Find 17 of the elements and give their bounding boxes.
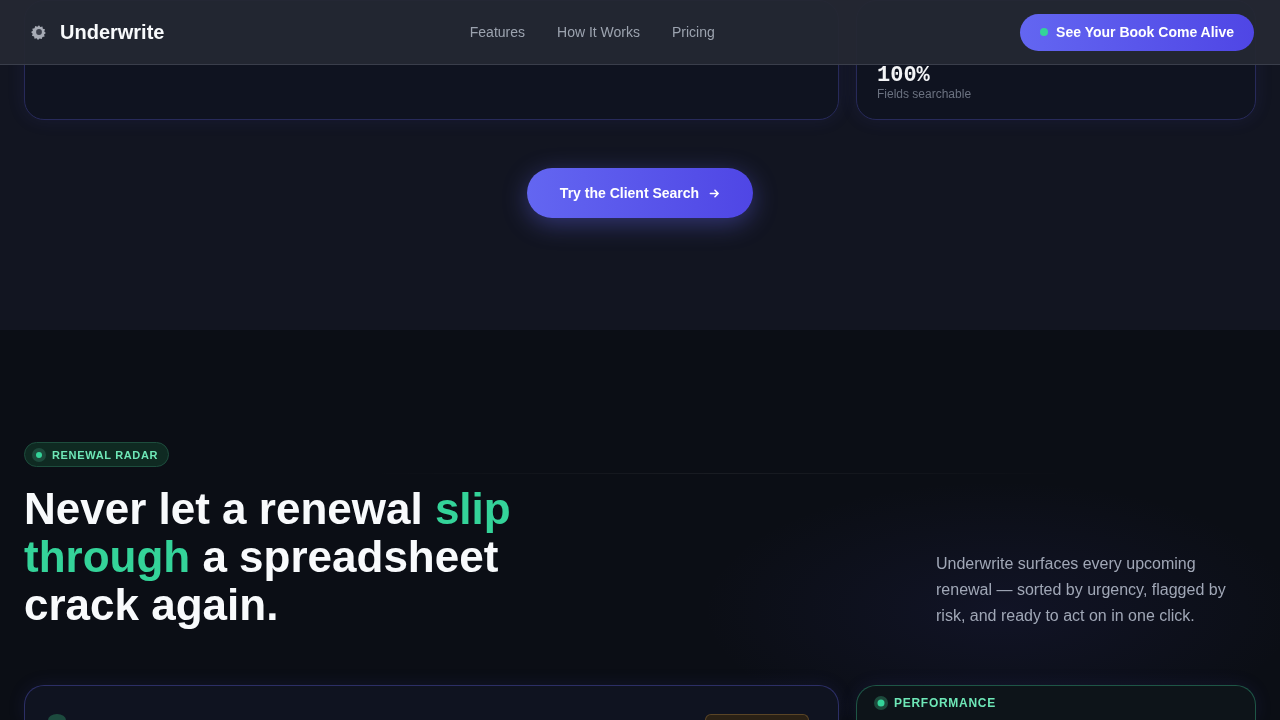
- nav-link[interactable]: Pricing: [672, 24, 715, 40]
- nav-link[interactable]: Features: [469, 24, 525, 40]
- badge-label: RENEWAL RADAR: [52, 448, 159, 461]
- brand-name: Underwrite: [60, 20, 165, 44]
- nav-link[interactable]: How It Works: [557, 24, 640, 40]
- stat-label: Fields searchable: [877, 87, 972, 101]
- status-dot-icon: [1040, 28, 1049, 36]
- gear-icon: [31, 24, 47, 40]
- card-label: PERFORMANCE: [894, 696, 996, 710]
- status-dot-icon: [32, 447, 46, 462]
- arrow-right-icon: [709, 187, 721, 199]
- book-demo-button[interactable]: See Your Book Come Alive: [1020, 13, 1254, 51]
- status-dot-icon: [874, 696, 888, 710]
- client-search-button[interactable]: Try the Client Search: [526, 168, 754, 218]
- section-description: Underwrite surfaces every upcoming renewal — sorted by urgency, flagged by risk, and ready to act on in one click.: [936, 554, 1227, 626]
- headline: Never let a renewal slip through a spreadsheet crack again.: [24, 485, 512, 629]
- stat-value: 100%: [877, 65, 930, 87]
